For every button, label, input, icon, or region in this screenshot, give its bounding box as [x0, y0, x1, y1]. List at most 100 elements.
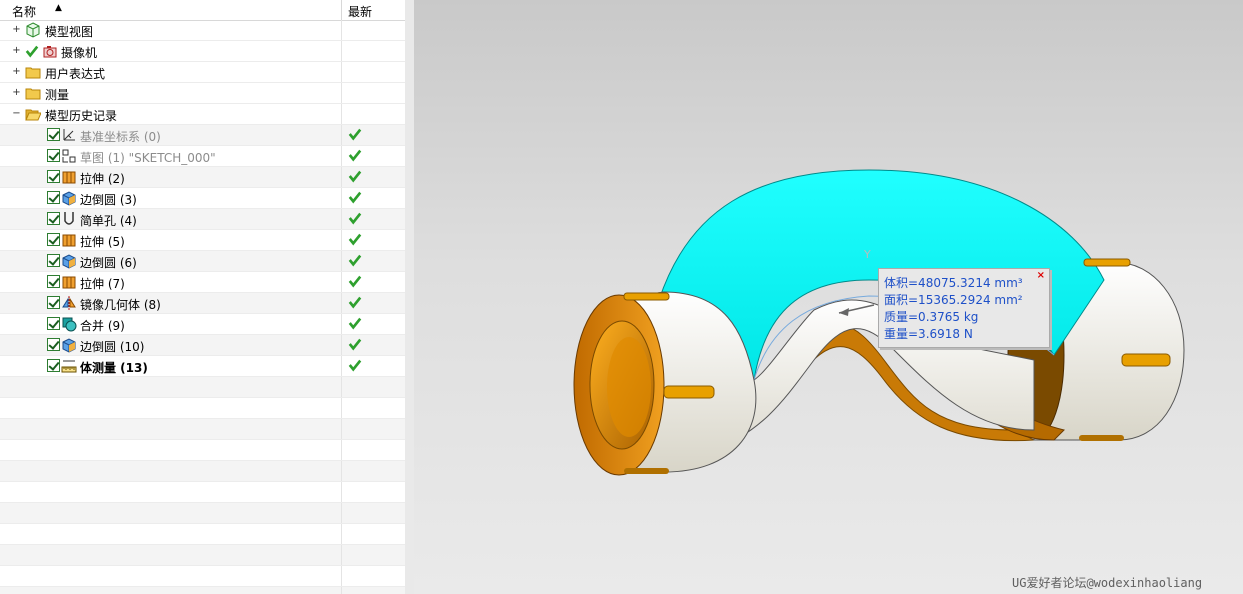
empty-row [0, 503, 405, 524]
feature-label: 合并 (9) [80, 319, 125, 333]
part-navigator: 名称 ▲ 最新 + 模型视图 + 摄像机 + 用户表达式 + 测量 − 模型历史… [0, 0, 406, 594]
tree-node-label: 测量 [45, 88, 70, 102]
area-readout: 面积=15365.2924 mm² [884, 293, 1023, 307]
feature-label: 基准坐标系 (0) [80, 130, 161, 144]
feature-row[interactable]: 拉伸 (7) [0, 272, 405, 293]
feature-row[interactable]: 镜像几何体 (8) [0, 293, 405, 314]
tree-node-camera[interactable]: + 摄像机 [0, 41, 405, 62]
latest-check-icon [348, 128, 362, 141]
hole-icon [64, 212, 74, 225]
feature-checkbox[interactable] [47, 359, 60, 372]
sketch-icon [62, 149, 76, 163]
column-name-header[interactable]: 名称 [12, 3, 36, 20]
feature-label: 边倒圆 (3) [80, 193, 137, 207]
tree-node-model-history[interactable]: − 模型历史记录 [0, 104, 405, 125]
latest-check-icon [348, 233, 362, 246]
feature-row[interactable]: 合并 (9) [0, 314, 405, 335]
feature-label: 体测量 (13) [80, 361, 148, 375]
feature-label: 草图 (1) "SKETCH_000" [80, 151, 216, 165]
empty-row [0, 587, 405, 594]
folder-icon [25, 88, 41, 100]
feature-row[interactable]: 边倒圆 (3) [0, 188, 405, 209]
collapse-icon[interactable]: − [12, 109, 21, 119]
part-model[interactable] [414, 0, 1243, 594]
latest-check-icon [348, 212, 362, 225]
empty-row [0, 377, 405, 398]
feature-label: 拉伸 (7) [80, 277, 125, 291]
latest-check-icon [348, 254, 362, 267]
feature-row[interactable]: 拉伸 (2) [0, 167, 405, 188]
latest-check-icon [348, 149, 362, 162]
tree-node-model-views[interactable]: + 模型视图 [0, 20, 405, 41]
feature-checkbox[interactable] [47, 128, 60, 141]
datum-csys-icon [63, 129, 75, 141]
feature-checkbox[interactable] [47, 149, 60, 162]
feature-row[interactable]: 体测量 (13) [0, 356, 405, 377]
empty-row [0, 482, 405, 503]
sort-ascending-icon[interactable]: ▲ [55, 3, 62, 13]
expand-icon[interactable]: + [12, 25, 21, 35]
feature-label: 边倒圆 (10) [80, 340, 145, 354]
edge-blend-icon [62, 338, 76, 353]
feature-row[interactable]: 拉伸 (5) [0, 230, 405, 251]
unite-icon [62, 317, 77, 332]
feature-checkbox[interactable] [47, 296, 60, 309]
watermark-text: UG爱好者论坛@wodexinhaoliang [1012, 576, 1203, 590]
column-divider[interactable] [341, 0, 342, 20]
tree-node-user-expressions[interactable]: + 用户表达式 [0, 62, 405, 83]
empty-row [0, 440, 405, 461]
empty-row [0, 545, 405, 566]
feature-checkbox[interactable] [47, 170, 60, 183]
tree-node-measure[interactable]: + 测量 [0, 83, 405, 104]
latest-check-icon [348, 296, 362, 309]
folder-open-icon [25, 109, 41, 121]
latest-check-icon [348, 170, 362, 183]
feature-label: 拉伸 (5) [80, 235, 125, 249]
empty-row [0, 566, 405, 587]
tree-node-label: 模型历史记录 [45, 109, 118, 123]
feature-row[interactable]: 草图 (1) "SKETCH_000" [0, 146, 405, 167]
mirror-geometry-icon [62, 296, 76, 310]
feature-label: 边倒圆 (6) [80, 256, 137, 270]
feature-label: 简单孔 (4) [80, 214, 137, 228]
tree-node-label: 用户表达式 [45, 67, 106, 81]
latest-check-icon [348, 338, 362, 351]
measure-result-tooltip[interactable]: × 体积=48075.3214 mm³ 面积=15365.2924 mm² 质量… [878, 268, 1050, 348]
splitter[interactable] [405, 0, 414, 594]
weight-readout: 重量=3.6918 N [884, 327, 973, 341]
extrude-icon [62, 234, 76, 247]
empty-row [0, 419, 405, 440]
empty-row [0, 461, 405, 482]
feature-checkbox[interactable] [47, 233, 60, 246]
graphics-window[interactable]: Y [414, 0, 1243, 594]
column-latest-header[interactable]: 最新 [348, 3, 372, 20]
feature-checkbox[interactable] [47, 275, 60, 288]
feature-row[interactable]: 基准坐标系 (0) [0, 125, 405, 146]
folder-icon [25, 67, 41, 79]
feature-checkbox[interactable] [47, 338, 60, 351]
feature-row[interactable]: 边倒圆 (10) [0, 335, 405, 356]
close-icon[interactable]: × [1037, 270, 1045, 281]
navigator-tree: + 模型视图 + 摄像机 + 用户表达式 + 测量 − 模型历史记录 基准坐标系… [0, 20, 405, 594]
navigator-header: 名称 ▲ 最新 [0, 0, 405, 21]
extrude-icon [62, 171, 76, 184]
expand-icon[interactable]: + [12, 46, 21, 56]
model-views-icon [26, 22, 40, 38]
latest-check-icon [348, 317, 362, 330]
expand-icon[interactable]: + [12, 88, 21, 98]
feature-checkbox[interactable] [47, 212, 60, 225]
volume-readout: 体积=48075.3214 mm³ [884, 276, 1023, 290]
tree-node-label: 模型视图 [45, 25, 94, 39]
feature-checkbox[interactable] [47, 191, 60, 204]
expand-icon[interactable]: + [12, 67, 21, 77]
measure-body-icon [61, 360, 77, 373]
edge-blend-icon [62, 254, 76, 269]
latest-check-icon [348, 359, 362, 372]
feature-label: 拉伸 (2) [80, 172, 125, 186]
feature-row[interactable]: 简单孔 (4) [0, 209, 405, 230]
feature-checkbox[interactable] [47, 317, 60, 330]
feature-checkbox[interactable] [47, 254, 60, 267]
feature-row[interactable]: 边倒圆 (6) [0, 251, 405, 272]
feature-label: 镜像几何体 (8) [80, 298, 161, 312]
latest-check-icon [348, 191, 362, 204]
